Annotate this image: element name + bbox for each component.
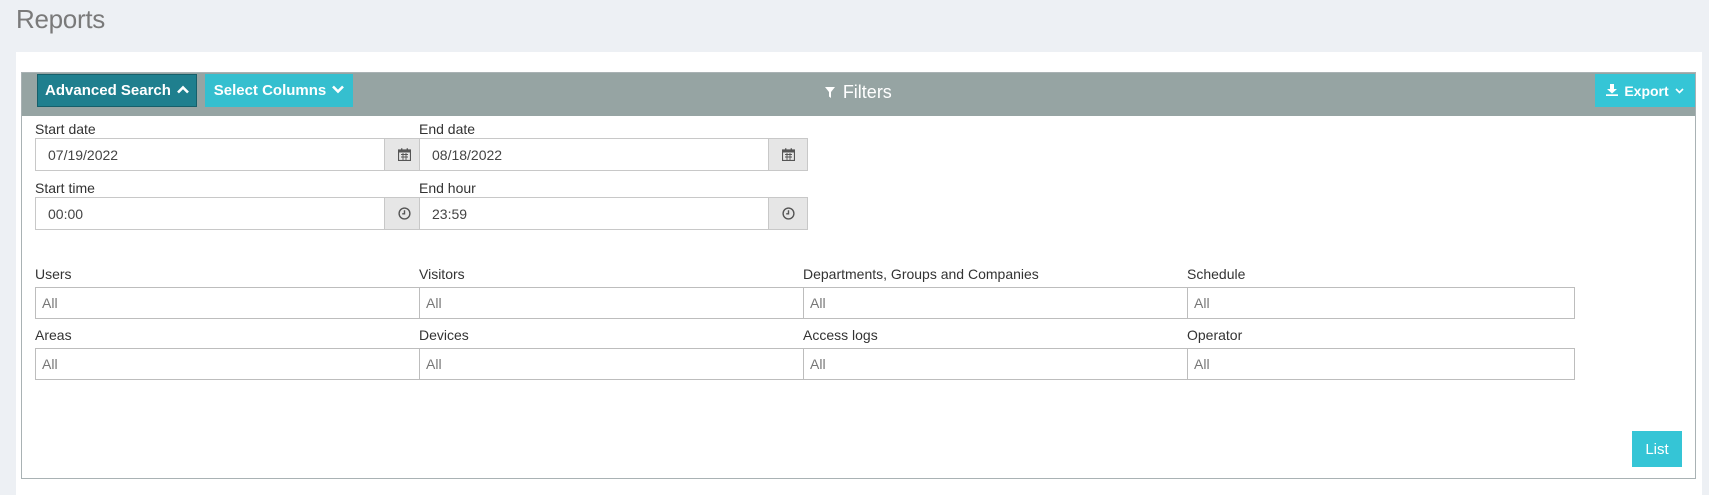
- devices-select[interactable]: All: [419, 348, 807, 380]
- calendar-icon[interactable]: [384, 139, 423, 170]
- start-date-group: [35, 138, 424, 171]
- clock-icon[interactable]: [768, 198, 807, 229]
- start-time-group: [35, 197, 424, 230]
- chevron-down-icon: [1675, 85, 1684, 97]
- start-date-input[interactable]: [36, 139, 384, 170]
- clock-icon[interactable]: [384, 198, 423, 229]
- filters-heading: Filters: [22, 82, 1695, 103]
- start-date-label: Start date: [35, 121, 96, 137]
- end-date-input[interactable]: [420, 139, 768, 170]
- operator-select[interactable]: All: [1187, 348, 1575, 380]
- visitors-select[interactable]: All: [419, 287, 807, 319]
- access-logs-select[interactable]: All: [803, 348, 1191, 380]
- export-label: Export: [1624, 82, 1669, 99]
- filters-panel: Advanced Search Select Columns Filters E…: [21, 72, 1696, 479]
- visitors-label: Visitors: [419, 266, 465, 282]
- schedule-select[interactable]: All: [1187, 287, 1575, 319]
- filter-icon: [825, 86, 839, 101]
- list-button[interactable]: List: [1632, 431, 1682, 467]
- users-select[interactable]: All: [35, 287, 423, 319]
- end-date-label: End date: [419, 121, 476, 137]
- operator-label: Operator: [1187, 327, 1243, 343]
- end-hour-input[interactable]: [420, 198, 768, 229]
- start-time-input[interactable]: [36, 198, 384, 229]
- devices-label: Devices: [419, 327, 469, 343]
- end-hour-group: [419, 197, 808, 230]
- calendar-icon[interactable]: [768, 139, 807, 170]
- areas-label: Areas: [35, 327, 72, 343]
- reports-container: Advanced Search Select Columns Filters E…: [16, 52, 1702, 495]
- end-date-group: [419, 138, 808, 171]
- schedule-label: Schedule: [1187, 266, 1246, 282]
- filters-panel-header: Advanced Search Select Columns Filters E…: [22, 73, 1695, 116]
- filters-title: Filters: [842, 82, 892, 102]
- departments-select[interactable]: All: [803, 287, 1191, 319]
- page-title: Reports: [16, 4, 105, 34]
- departments-label: Departments, Groups and Companies: [803, 266, 1039, 282]
- start-time-label: Start time: [35, 180, 95, 196]
- areas-select[interactable]: All: [35, 348, 423, 380]
- export-button[interactable]: Export: [1595, 74, 1695, 107]
- download-icon: [1606, 83, 1619, 99]
- users-label: Users: [35, 266, 72, 282]
- end-hour-label: End hour: [419, 180, 476, 196]
- access-logs-label: Access logs: [803, 327, 878, 343]
